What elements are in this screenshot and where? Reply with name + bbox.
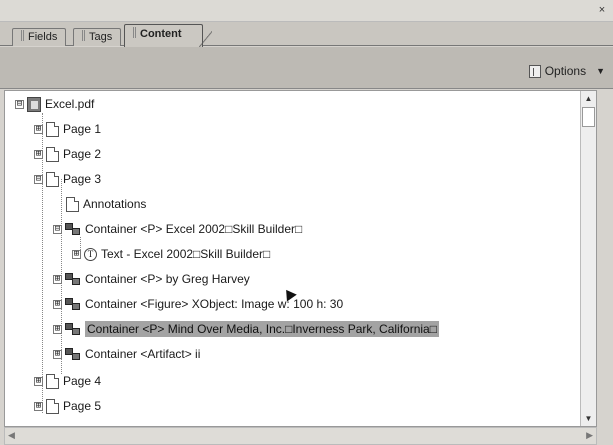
tree-item-label: Page 3 (63, 172, 102, 186)
tree-item-label: Page 2 (63, 147, 102, 161)
tab-grip-icon (133, 27, 136, 38)
tree-item-label-selected: Container <P> Mind Over Media, Inc.□Inve… (85, 321, 439, 337)
tree-item-page-4[interactable]: ⊞ Page 4 (34, 371, 101, 391)
text-icon: T (84, 247, 97, 261)
panel-title-bar: × (0, 0, 613, 22)
scroll-down-icon[interactable]: ▼ (581, 411, 596, 426)
expand-icon[interactable]: ⊞ (34, 124, 43, 134)
content-tree: ⊟ Excel.pdf ⊞ Page 1 ⊞ Page 2 ⊟ Page 3 A… (4, 90, 597, 427)
expand-icon[interactable]: ⊞ (34, 401, 43, 411)
container-icon (65, 297, 81, 311)
expand-icon[interactable]: ⊞ (53, 349, 62, 359)
options-label: Options (544, 64, 587, 78)
tab-content[interactable]: Content (124, 24, 212, 48)
tree-item-page-5[interactable]: ⊞ Page 5 (34, 396, 101, 416)
tree-item-root[interactable]: ⊟ Excel.pdf (15, 94, 94, 114)
page-icon (66, 196, 79, 212)
tree-item-page-2[interactable]: ⊞ Page 2 (34, 144, 101, 164)
page-icon (46, 121, 59, 137)
tree-item-page-3[interactable]: ⊟ Page 3 (34, 169, 101, 189)
tree-item-text[interactable]: ⊞ T Text - Excel 2002□Skill Builder□ (72, 244, 270, 264)
close-icon[interactable]: × (594, 3, 610, 17)
page-icon (46, 146, 59, 162)
tree-item-page-1[interactable]: ⊞ Page 1 (34, 119, 101, 139)
container-icon (65, 222, 81, 236)
tab-content-label: Content (140, 28, 182, 40)
tree-item-label: Container <P> by Greg Harvey (85, 272, 250, 286)
expand-icon[interactable]: ⊞ (53, 324, 62, 334)
tree-item-label: Container <Figure> XObject: Image w: 100… (85, 297, 344, 311)
page-icon (46, 373, 59, 389)
scroll-up-icon[interactable]: ▲ (581, 91, 596, 106)
tree-item-label: Container <P> Excel 2002□Skill Builder□ (85, 222, 303, 236)
collapse-icon[interactable]: ⊟ (34, 174, 43, 184)
horizontal-scrollbar[interactable]: ◀ ▶ (4, 427, 597, 445)
tree-item-container-artifact[interactable]: ⊞ Container <Artifact> ii (53, 344, 200, 364)
options-toolbar: Options ▼ (0, 47, 613, 89)
chevron-down-icon: ▼ (596, 66, 605, 76)
tab-tags-label: Tags (89, 31, 113, 43)
tree-item-container-figure[interactable]: ⊞ Container <Figure> XObject: Image w: 1… (53, 294, 343, 314)
options-menu-button[interactable]: Options ▼ (528, 63, 605, 79)
tree-item-label: Annotations (83, 197, 147, 211)
collapse-icon[interactable]: ⊟ (53, 224, 62, 234)
tab-fields-label: Fields (28, 31, 58, 43)
tree-item-label: Page 4 (63, 374, 102, 388)
tree-item-label: Container <Artifact> ii (85, 347, 201, 361)
container-icon (65, 322, 81, 336)
scroll-right-icon[interactable]: ▶ (586, 430, 593, 441)
options-icon (528, 64, 541, 78)
expand-icon[interactable]: ⊞ (34, 376, 43, 386)
collapse-icon[interactable]: ⊟ (15, 99, 24, 109)
pdf-file-icon (27, 96, 41, 112)
expand-icon[interactable]: ⊞ (72, 249, 81, 259)
tab-tags[interactable]: Tags (73, 28, 122, 46)
tree-item-container-author[interactable]: ⊞ Container <P> by Greg Harvey (53, 269, 250, 289)
expand-icon[interactable]: ⊞ (34, 149, 43, 159)
tab-fields[interactable]: Fields (12, 28, 67, 46)
expand-icon[interactable]: ⊞ (53, 274, 62, 284)
tab-grip-icon (82, 30, 85, 41)
scrollbar-thumb[interactable] (582, 107, 595, 127)
container-icon (65, 272, 81, 286)
page-icon (46, 171, 59, 187)
tree-item-label: Page 1 (63, 122, 102, 136)
tree-item-annotations[interactable]: Annotations (66, 194, 146, 214)
tree-item-container-publisher[interactable]: ⊞ Container <P> Mind Over Media, Inc.□In… (53, 319, 439, 339)
tab-grip-icon (21, 30, 24, 41)
scroll-left-icon[interactable]: ◀ (8, 430, 15, 441)
vertical-scrollbar[interactable]: ▲ ▼ (580, 91, 596, 426)
container-icon (65, 347, 81, 361)
expand-icon[interactable]: ⊞ (53, 299, 62, 309)
page-icon (46, 398, 59, 414)
tree-item-label: Text - Excel 2002□Skill Builder□ (101, 247, 271, 261)
tab-bar: Fields Tags Content (0, 22, 613, 48)
tree-item-container-title[interactable]: ⊟ Container <P> Excel 2002□Skill Builder… (53, 219, 302, 239)
tree-item-label: Page 5 (63, 399, 102, 413)
tree-item-label: Excel.pdf (45, 97, 95, 111)
